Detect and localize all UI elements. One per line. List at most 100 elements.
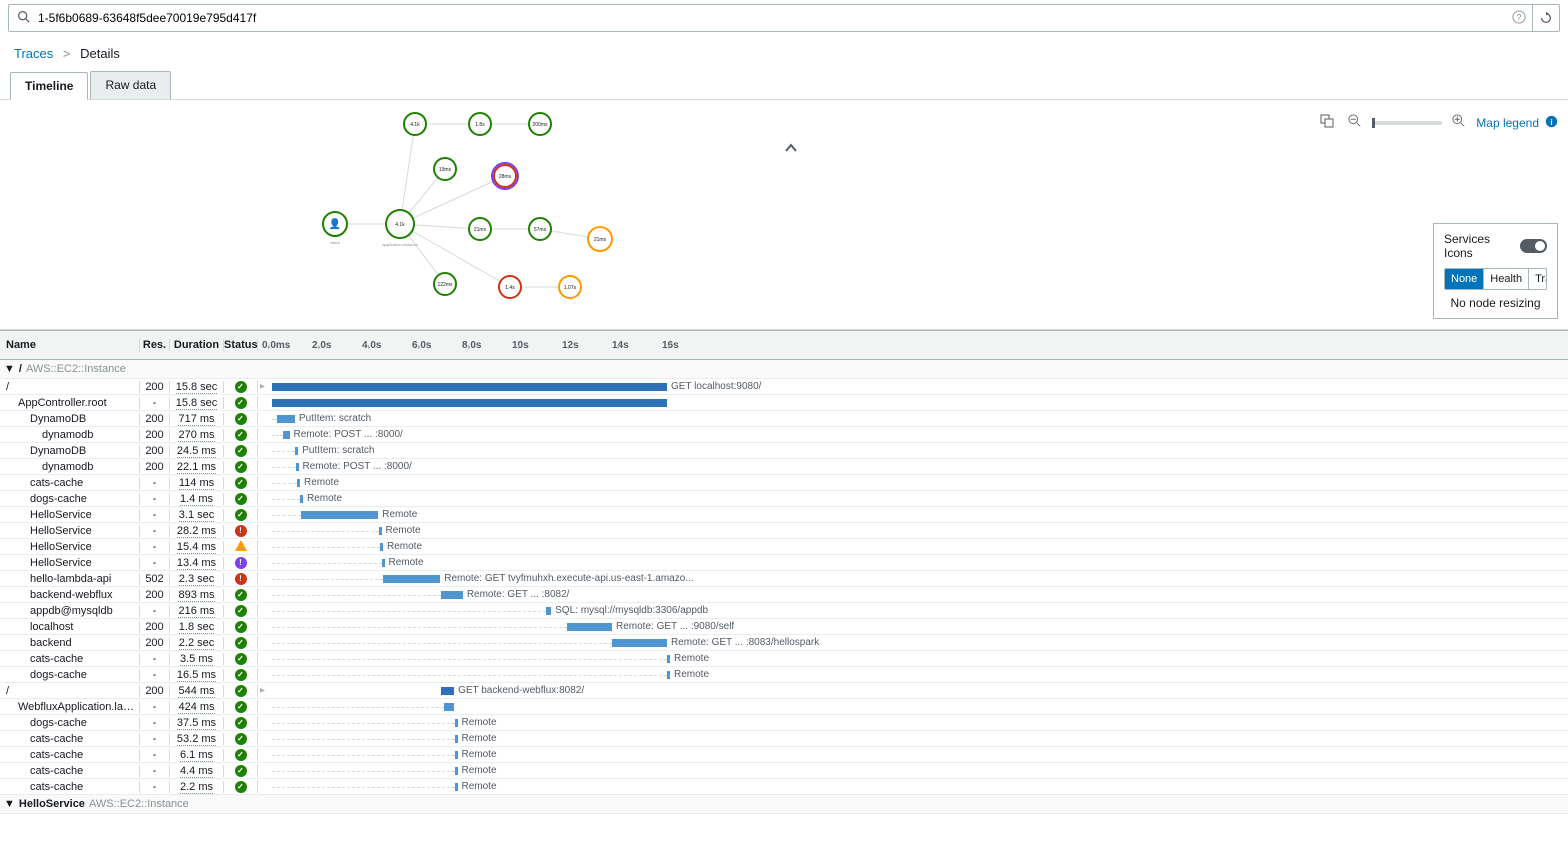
segment-row[interactable]: HelloService-13.4 ms!Remote (0, 555, 1568, 571)
svg-text:57ms: 57ms (534, 227, 547, 233)
collapse-group-icon[interactable]: ▼ (4, 798, 15, 810)
segment-row[interactable]: AppController.root-15.8 sec✓ (0, 395, 1568, 411)
segment-row[interactable]: localhost2001.8 sec✓Remote: GET ... :908… (0, 619, 1568, 635)
mode-none-button[interactable]: None (1445, 269, 1484, 289)
segment-row[interactable]: cats-cache-4.4 ms✓Remote (0, 763, 1568, 779)
tab-timeline[interactable]: Timeline (10, 72, 88, 100)
segment-row[interactable]: HelloService-3.1 sec✓Remote (0, 507, 1568, 523)
timeline-bar[interactable] (455, 767, 458, 775)
timeline-bar[interactable] (567, 623, 612, 631)
help-icon[interactable]: ? (1506, 10, 1532, 27)
timeline-bar-label: Remote (462, 717, 497, 728)
breadcrumb-traces-link[interactable]: Traces (14, 46, 53, 61)
mode-traffic-button[interactable]: Traffic (1529, 269, 1547, 289)
segment-row[interactable]: WebfluxApplication.lambda-424 ms✓ (0, 699, 1568, 715)
timeline-bar[interactable] (444, 703, 455, 711)
timeline-bar[interactable] (667, 671, 670, 679)
segment-row[interactable]: backend-webflux200893 ms✓Remote: GET ...… (0, 587, 1568, 603)
segment-row[interactable]: DynamoDB20024.5 ms✓PutItem: scratch (0, 443, 1568, 459)
timeline-bar[interactable] (455, 783, 458, 791)
segment-timeline: Remote (258, 667, 1568, 682)
timeline-tick: 0.0ms (258, 340, 308, 351)
collapse-group-icon[interactable]: ▼ (4, 363, 15, 375)
timeline-bar[interactable] (612, 639, 667, 647)
zoom-out-icon[interactable] (1344, 110, 1366, 135)
mode-health-button[interactable]: Health (1484, 269, 1529, 289)
segment-duration: 6.1 ms (170, 749, 224, 761)
map-node[interactable]: 1.8s (469, 113, 491, 135)
tab-raw-data[interactable]: Raw data (90, 71, 171, 99)
timeline-bar[interactable] (295, 447, 298, 455)
timeline-bar[interactable] (283, 431, 290, 439)
timeline-bar[interactable] (297, 479, 300, 487)
service-map-svg[interactable]: 👤client4.1kapplication-instance4.1k1.8s2… (300, 104, 640, 324)
fit-to-screen-icon[interactable] (1316, 110, 1338, 135)
segment-row[interactable]: HelloService-15.4 msRemote (0, 539, 1568, 555)
svg-text:4.1k: 4.1k (395, 222, 405, 228)
trace-id-input[interactable] (38, 11, 1506, 25)
timeline-bar[interactable] (383, 575, 441, 583)
segment-row[interactable]: /20015.8 sec✓▸GET localhost:9080/ (0, 379, 1568, 395)
map-legend-link[interactable]: Map legend (1476, 116, 1539, 130)
segment-row[interactable]: hello-lambda-api5022.3 sec!Remote: GET t… (0, 571, 1568, 587)
map-node[interactable]: 19ms (434, 158, 456, 180)
segment-group-header[interactable]: ▼ HelloService AWS::EC2::Instance (0, 795, 1568, 814)
segment-row[interactable]: dogs-cache-1.4 ms✓Remote (0, 491, 1568, 507)
timeline-bar[interactable] (441, 591, 463, 599)
timeline-bar[interactable] (301, 511, 379, 519)
segment-row[interactable]: cats-cache-3.5 ms✓Remote (0, 651, 1568, 667)
timeline-bar[interactable] (441, 687, 455, 695)
timeline-bar[interactable] (546, 607, 551, 615)
timeline-bar[interactable] (380, 543, 383, 551)
timeline-bar[interactable] (455, 719, 458, 727)
segment-row[interactable]: cats-cache-6.1 ms✓Remote (0, 747, 1568, 763)
timeline-bar[interactable] (296, 463, 299, 471)
timeline-bar[interactable] (272, 399, 667, 407)
segment-row[interactable]: cats-cache-53.2 ms✓Remote (0, 731, 1568, 747)
trace-search-bar[interactable]: ? (8, 4, 1560, 32)
segment-row[interactable]: dogs-cache-16.5 ms✓Remote (0, 667, 1568, 683)
segment-row[interactable]: backend2002.2 sec✓Remote: GET ... :8083/… (0, 635, 1568, 651)
segment-row[interactable]: dynamodb20022.1 ms✓Remote: POST ... :800… (0, 459, 1568, 475)
segment-row[interactable]: appdb@mysqldb-216 ms✓SQL: mysql://mysqld… (0, 603, 1568, 619)
timeline-bar[interactable] (300, 495, 303, 503)
map-node[interactable]: 4.1kapplication-instance (382, 210, 418, 247)
segment-row[interactable]: dogs-cache-37.5 ms✓Remote (0, 715, 1568, 731)
zoom-in-icon[interactable] (1448, 110, 1470, 135)
status-ok-icon: ✓ (235, 509, 247, 521)
timeline-bar[interactable] (382, 559, 385, 567)
timeline-bar[interactable] (379, 527, 382, 535)
timeline-tick: 16s (658, 340, 708, 351)
segment-row[interactable]: cats-cache-2.2 ms✓Remote (0, 779, 1568, 795)
map-node[interactable]: 4.1k (404, 113, 426, 135)
map-node[interactable]: 122ms (434, 273, 456, 295)
map-node[interactable]: 👤client (323, 212, 347, 245)
map-node[interactable]: 21ms (469, 218, 491, 240)
segment-row[interactable]: HelloService-28.2 ms!Remote (0, 523, 1568, 539)
segment-status: ✓ (224, 620, 258, 633)
segment-row[interactable]: DynamoDB200717 ms✓PutItem: scratch (0, 411, 1568, 427)
segment-row[interactable]: dynamodb200270 ms✓Remote: POST ... :8000… (0, 427, 1568, 443)
timeline-bar[interactable] (455, 735, 458, 743)
services-icons-toggle[interactable] (1520, 239, 1547, 253)
segment-row[interactable]: /200544 ms✓▸GET backend-webflux:8082/ (0, 683, 1568, 699)
map-node[interactable]: 21ms (588, 227, 612, 251)
segment-row[interactable]: cats-cache-114 ms✓Remote (0, 475, 1568, 491)
timeline-bar[interactable] (277, 415, 295, 423)
map-node[interactable]: 57ms (529, 218, 551, 240)
map-node[interactable]: 28ms (492, 163, 518, 189)
segment-status (224, 540, 258, 554)
map-node[interactable]: 1.4s (499, 276, 521, 298)
map-node[interactable]: 200ms (529, 113, 551, 135)
refresh-button[interactable] (1532, 5, 1559, 31)
timeline-bar[interactable] (667, 655, 670, 663)
info-icon[interactable]: i (1545, 115, 1558, 131)
timeline-bar[interactable] (272, 383, 667, 391)
zoom-slider[interactable] (1372, 121, 1442, 125)
segment-group-header[interactable]: ▼ / AWS::EC2::Instance (0, 360, 1568, 379)
segment-name: dogs-cache (0, 717, 140, 729)
map-node[interactable]: 1.07s (559, 276, 581, 298)
collapse-map-icon[interactable] (784, 140, 798, 156)
timeline-bar[interactable] (455, 751, 458, 759)
segment-status: ! (224, 572, 258, 585)
